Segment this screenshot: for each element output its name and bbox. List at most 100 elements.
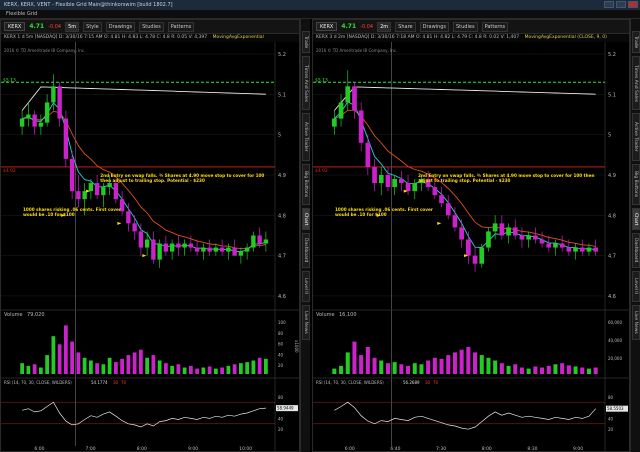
candle-body [519,235,525,240]
candle-body [219,247,225,252]
candle-body [499,223,505,236]
annotation-risk-text: 1000 shares risking .06 cents. First cov… [335,207,433,218]
patterns-button[interactable]: Patterns [481,21,509,32]
drawings-button[interactable]: Drawings [105,21,136,32]
candle-body [226,247,231,252]
candle-body [132,223,137,232]
candle-body [144,239,150,248]
side-tab-live-news[interactable]: Live News [632,305,640,340]
side-tab-chart[interactable]: Chart [632,207,640,230]
candle-body [32,114,37,127]
y-tick-label: 4.6 [608,294,616,300]
side-tab-dashboard[interactable]: Dashboard [632,232,640,268]
x-tick-label: 7:00 [86,446,96,452]
period-selector[interactable]: 5m [65,21,80,32]
volume-bar [593,367,598,374]
volume-bar [332,368,337,374]
annotation-risk: 1000 shares risking .06 cents. First cov… [335,207,433,218]
candle-body [263,239,269,244]
volume-bar [257,357,262,374]
chart-toolbar: KERX 4.71 -0.04 5m Style Drawings Studie… [1,20,299,34]
candle-body [385,175,391,188]
side-tab-times-and-sales[interactable]: Times And Sales [632,56,640,110]
rsi-label: RSI (14, 70, 30, CLOSE, WILDERS) [316,380,384,385]
side-tab-level-ii[interactable]: Level II [632,270,640,303]
volume-bar [392,362,397,374]
rsi-y-tick: 40 [608,416,614,421]
candle-body [533,235,538,240]
candle-body [392,179,397,188]
window-title: KERX, KERX, VENT - Flexible Grid Main@th… [4,2,173,8]
candle-body [138,231,144,248]
close-button[interactable] [628,1,638,8]
volume-bar [506,365,511,374]
studies-button[interactable]: Studies [453,21,478,32]
maximize-button[interactable] [616,1,626,8]
volume-bar [239,363,243,374]
rsi-overbought-level: 70 [121,380,127,385]
candle-body [63,118,69,159]
volume-bar [513,364,518,374]
volume-bar [107,357,112,374]
candle-body [573,247,578,252]
volume-bar [519,367,524,374]
side-tab-level-ii[interactable]: Level II [302,270,310,303]
volume-bar [189,365,193,374]
volume-bar [182,367,187,374]
volume-bar [372,357,377,374]
volume-bar [553,364,558,374]
annotation-entry-text: 2nd Entry on vwap falls. ¾ Shares at 4.9… [418,172,595,183]
chart-toolbar: KERX 4.71 -0.04 2m Share Drawings Studie… [313,20,629,34]
volume-bar [546,365,551,374]
volume-y-tick: 40,000 [608,338,622,343]
symbol-selector[interactable]: KERX [4,22,26,31]
bar-info: KERX 3 d 2m [NASDAQ] D: 3/30/16 7:18 AM … [316,35,520,40]
side-tab-trade[interactable]: Trade [632,31,640,53]
candle-body [445,203,451,216]
price-change: -0.04 [48,23,62,30]
period-selector[interactable]: 2m [377,21,392,32]
candle-body [399,179,404,184]
candle-body [19,118,25,127]
copyright-text: 2016 © TD Ameritrade IB Company, Inc. [316,48,397,53]
side-tab-big-buttons[interactable]: Big Buttons [302,163,310,205]
candle-body [345,86,351,103]
x-tick-label: 9:00 [188,446,198,452]
volume-bar [486,357,491,374]
candle-body [479,247,485,264]
volume-bar [566,365,571,374]
candle-body [244,247,250,252]
volume-bar [385,363,390,374]
share-button[interactable]: Share [395,21,416,32]
symbol-selector[interactable]: KERX [316,22,338,31]
volume-y-tick: 60,000 [608,320,622,325]
candle-body [593,247,598,252]
rsi-y-tick: 20 [608,427,614,432]
minimize-button[interactable] [604,1,614,8]
patterns-button[interactable]: Patterns [167,21,195,32]
slow-moving-average [334,86,596,111]
side-tab-dashboard[interactable]: Dashboard [302,232,310,268]
volume-y-tick: 20 [278,363,284,368]
rsi-value: 54.1774 [91,380,108,385]
candle-body [579,247,585,252]
price-chart[interactable]: 5.2 5.1 5 4.9 4.8 4.7 4.6 2016 © TD Ameritrade … [1,42,299,452]
drawings-button[interactable]: Drawings [419,21,449,32]
side-tab-times-and-sales[interactable]: Times And Sales [302,56,310,110]
volume-bar [207,366,212,374]
volume-bar [446,355,451,374]
price-chart[interactable]: 5.2 5.1 5 4.9 4.8 4.7 4.6 2016 © TD Ameritrade … [313,42,629,452]
studies-button[interactable]: Studies [139,21,164,32]
side-tab-trade[interactable]: Trade [302,31,310,53]
rsi-oversold-level: 30 [113,380,119,385]
style-button[interactable]: Style [83,21,102,32]
side-tab-active-trader[interactable]: Active Trader [632,113,640,161]
volume-bar [45,355,49,374]
side-tab-active-trader[interactable]: Active Trader [302,113,310,161]
side-tab-big-buttons[interactable]: Big Buttons [632,163,640,205]
candle-body [126,211,131,224]
volume-bar [132,352,137,374]
side-tab-live-news[interactable]: Live News [302,305,310,340]
side-tab-chart[interactable]: Chart [302,207,310,230]
y-tick-label: 4.7 [278,254,286,260]
